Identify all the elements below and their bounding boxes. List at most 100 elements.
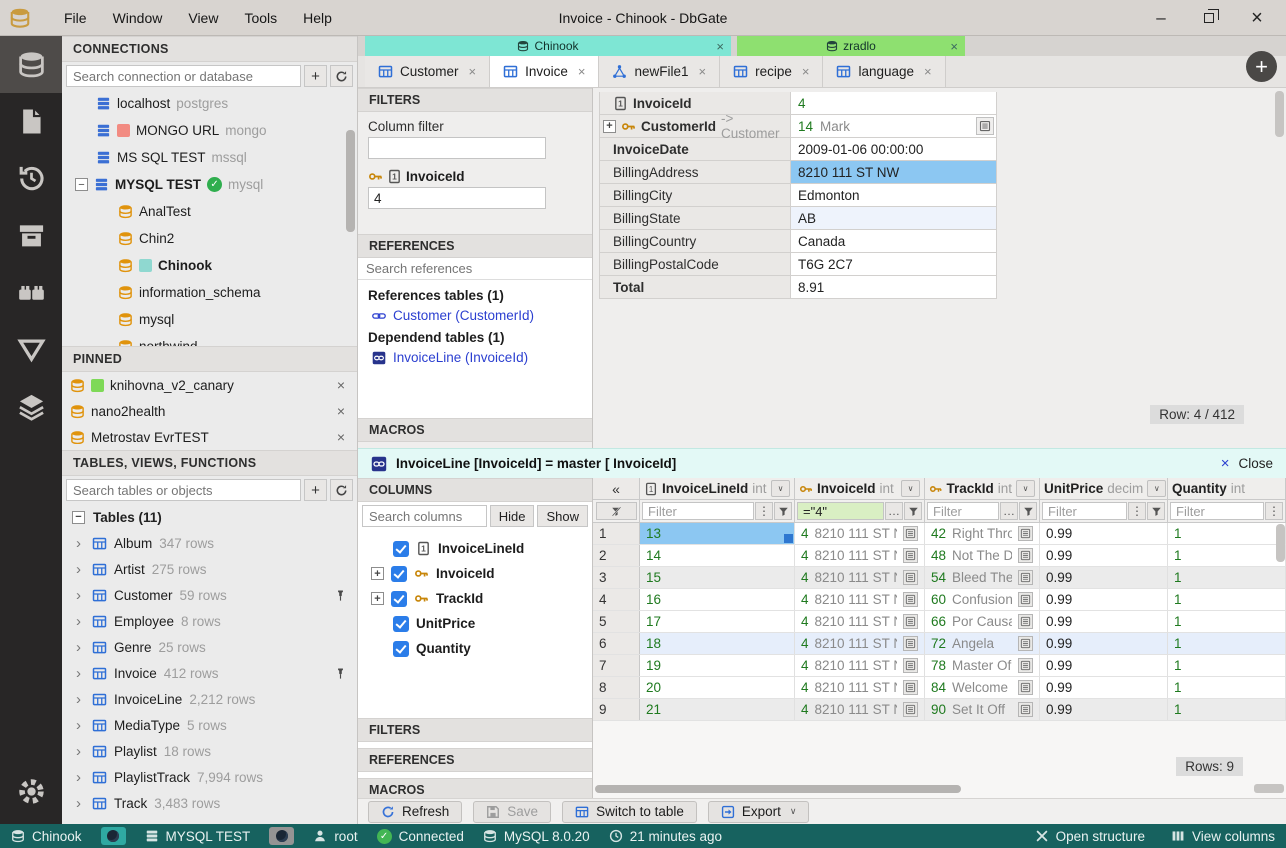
- open-reference-form-button[interactable]: [903, 702, 918, 717]
- open-reference-form-button[interactable]: [1018, 526, 1033, 541]
- column-checkbox-row[interactable]: UnitPrice: [358, 611, 592, 636]
- open-reference-form-button[interactable]: [1018, 592, 1033, 607]
- open-reference-form-button[interactable]: [903, 658, 918, 673]
- filter-input[interactable]: Filter: [1042, 502, 1127, 520]
- column-checkbox-row[interactable]: Quantity: [358, 636, 592, 661]
- switch-to-table-button[interactable]: Switch to table: [562, 801, 697, 823]
- unitprice-cell[interactable]: 0.99: [1040, 589, 1168, 610]
- menu-item[interactable]: Tools: [231, 6, 290, 30]
- table-item[interactable]: › Invoice 412 rows: [62, 660, 357, 686]
- filter-menu-button[interactable]: …: [1000, 502, 1018, 520]
- statusbar-server[interactable]: MYSQL TEST: [145, 829, 251, 844]
- open-reference-form-button[interactable]: [903, 548, 918, 563]
- grid-row[interactable]: 1 13 4 8210 111 ST NW 42: [593, 523, 1286, 545]
- connection-item[interactable]: MONGO URL mongo: [62, 117, 357, 144]
- form-field-value-cell[interactable]: T6G 2C7: [791, 253, 997, 276]
- menu-item[interactable]: Window: [100, 6, 176, 30]
- open-reference-form-button[interactable]: [1018, 548, 1033, 563]
- column-checkbox-row[interactable]: + TrackId: [358, 586, 592, 611]
- form-row[interactable]: BillingState AB: [599, 207, 1286, 230]
- row-number-cell[interactable]: 7: [593, 655, 640, 676]
- trackid-cell[interactable]: 42 Right Throu: [925, 523, 1040, 544]
- files-nav-icon[interactable]: [0, 93, 62, 150]
- invoiceid-cell[interactable]: 4 8210 111 ST NW: [795, 633, 925, 654]
- history-nav-icon[interactable]: [0, 150, 62, 207]
- dependent-link-invoiceline[interactable]: InvoiceLine (InvoiceId): [372, 350, 582, 365]
- trackid-cell[interactable]: 66 Por Causa D: [925, 611, 1040, 632]
- tables-search-input[interactable]: [66, 479, 301, 501]
- tab[interactable]: Invoice ×: [490, 56, 599, 87]
- pinned-item[interactable]: nano2health ×: [62, 398, 357, 424]
- invoicelineid-cell[interactable]: 14: [640, 545, 795, 566]
- view-columns-button[interactable]: View columns: [1171, 829, 1275, 844]
- hide-columns-button[interactable]: Hide: [490, 505, 535, 527]
- table-item[interactable]: › InvoiceLine 2,212 rows: [62, 686, 357, 712]
- unitprice-cell[interactable]: 0.99: [1040, 567, 1168, 588]
- connection-color-icon[interactable]: [269, 827, 294, 845]
- column-header-invoicelineid[interactable]: InvoiceLineId int ∨: [640, 478, 795, 499]
- diagrams-nav-icon[interactable]: [0, 378, 62, 435]
- unitprice-cell[interactable]: 0.99: [1040, 633, 1168, 654]
- chevron-right-icon[interactable]: ›: [76, 639, 85, 656]
- grid-row[interactable]: 3 15 4 8210 111 ST NW 54: [593, 567, 1286, 589]
- collapse-expand-box[interactable]: −: [72, 511, 85, 524]
- open-reference-form-button[interactable]: [903, 636, 918, 651]
- invoicelineid-cell[interactable]: 20: [640, 677, 795, 698]
- grid-row[interactable]: 5 17 4 8210 111 ST NW 66: [593, 611, 1286, 633]
- row-number-cell[interactable]: 6: [593, 633, 640, 654]
- invoicelineid-cell[interactable]: 19: [640, 655, 795, 676]
- add-connection-button[interactable]: +: [304, 65, 327, 87]
- quantity-cell[interactable]: 1: [1168, 611, 1286, 632]
- connection-item[interactable]: localhost postgres: [62, 90, 357, 117]
- connections-search-input[interactable]: [66, 65, 301, 87]
- row-number-cell[interactable]: 3: [593, 567, 640, 588]
- column-filter-input[interactable]: [368, 137, 546, 159]
- form-row[interactable]: InvoiceId 4: [599, 92, 1286, 115]
- columns-search-input[interactable]: [362, 505, 487, 527]
- macros-panel-header[interactable]: MACROS: [358, 418, 592, 442]
- detail-filters-header[interactable]: FILTERS: [358, 718, 592, 742]
- archive-nav-icon[interactable]: [0, 207, 62, 264]
- unpin-close-icon[interactable]: ×: [337, 429, 345, 444]
- row-number-cell[interactable]: 2: [593, 545, 640, 566]
- filters-panel-header[interactable]: FILTERS: [358, 88, 592, 112]
- form-field-value-cell[interactable]: 8.91: [791, 276, 997, 299]
- invoiceid-cell[interactable]: 4 8210 111 ST NW: [795, 677, 925, 698]
- quantity-cell[interactable]: 1: [1168, 589, 1286, 610]
- chevron-right-icon[interactable]: ›: [76, 717, 85, 734]
- column-dropdown-button[interactable]: ∨: [901, 480, 920, 497]
- connection-item[interactable]: MS SQL TEST mssql: [62, 144, 357, 171]
- add-table-button[interactable]: +: [304, 479, 327, 501]
- filter-input-active[interactable]: ="4": [797, 502, 884, 520]
- close-tab-icon[interactable]: ×: [469, 64, 477, 79]
- close-tab-icon[interactable]: ×: [802, 64, 810, 79]
- filter-input[interactable]: Filter: [642, 502, 754, 520]
- checkbox-checked[interactable]: [391, 566, 407, 582]
- chevron-right-icon[interactable]: ›: [76, 743, 85, 760]
- unitprice-cell[interactable]: 0.99: [1040, 545, 1168, 566]
- grid-row[interactable]: 7 19 4 8210 111 ST NW 78: [593, 655, 1286, 677]
- references-panel-header[interactable]: REFERENCES: [358, 234, 592, 258]
- unitprice-cell[interactable]: 0.99: [1040, 677, 1168, 698]
- filter-menu-button[interactable]: ⋮: [755, 502, 773, 520]
- invoiceid-cell[interactable]: 4 8210 111 ST NW: [795, 545, 925, 566]
- unpin-close-icon[interactable]: ×: [337, 403, 345, 419]
- close-detail-button[interactable]: × Close: [1221, 455, 1273, 472]
- unitprice-cell[interactable]: 0.99: [1040, 523, 1168, 544]
- connection-item[interactable]: mysql: [62, 306, 357, 333]
- table-item[interactable]: › Track 3,483 rows: [62, 790, 357, 816]
- grid-row[interactable]: 6 18 4 8210 111 ST NW 72: [593, 633, 1286, 655]
- invoiceid-cell[interactable]: 4 8210 111 ST NW: [795, 611, 925, 632]
- menu-item[interactable]: View: [175, 6, 231, 30]
- invoiceid-cell[interactable]: 4 8210 111 ST NW: [795, 567, 925, 588]
- close-group-icon[interactable]: ×: [716, 39, 724, 54]
- open-reference-form-button[interactable]: [903, 526, 918, 541]
- menu-item[interactable]: Help: [290, 6, 345, 30]
- open-reference-form-button[interactable]: [903, 614, 918, 629]
- column-dropdown-button[interactable]: ∨: [771, 480, 790, 497]
- pin-icon[interactable]: [334, 667, 347, 680]
- quantity-cell[interactable]: 1: [1168, 545, 1286, 566]
- collapse-expand-box[interactable]: −: [75, 178, 88, 191]
- invoicelineid-cell[interactable]: 18: [640, 633, 795, 654]
- refresh-tables-button[interactable]: [330, 479, 353, 501]
